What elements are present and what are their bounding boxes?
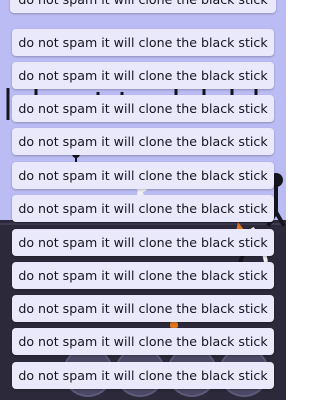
toast-message: do not spam it will clone the black stic… [10,0,276,13]
toast-message: do not spam it will clone the black stic… [12,29,274,56]
toast-message: do not spam it will clone the black stic… [12,262,274,289]
toast-message: do not spam it will clone the black stic… [12,128,274,155]
toast-message: do not spam it will clone the black stic… [12,62,274,89]
toast-message: do not spam it will clone the black stic… [12,362,274,389]
toast-message: do not spam it will clone the black stic… [12,295,274,322]
toast-message: do not spam it will clone the black stic… [12,95,274,122]
game-scene: do not spam it will clone the black stic… [0,0,286,400]
toast-message: do not spam it will clone the black stic… [12,328,274,355]
toast-message: do not spam it will clone the black stic… [12,229,274,256]
toast-message: do not spam it will clone the black stic… [12,195,274,222]
toast-message: do not spam it will clone the black stic… [12,162,274,189]
